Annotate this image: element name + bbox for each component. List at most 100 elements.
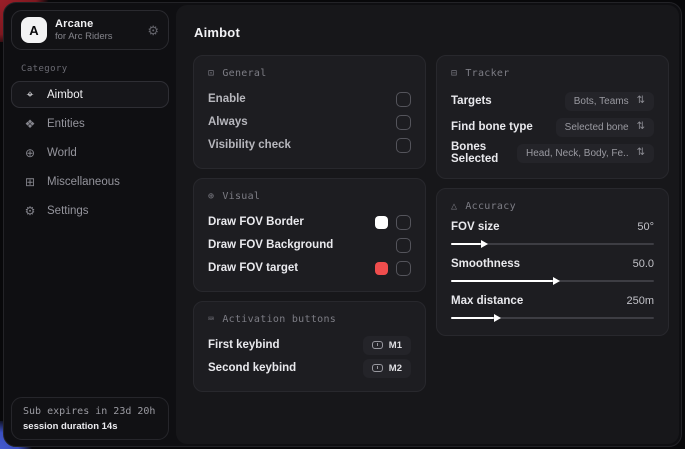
general-icon: ⊡ <box>208 68 214 79</box>
sidebar-item-aimbot[interactable]: ⌖ Aimbot <box>11 81 169 108</box>
fov-background-label: Draw FOV Background <box>208 239 333 251</box>
enable-checkbox[interactable] <box>396 92 411 107</box>
second-keybind-label: Second keybind <box>208 362 296 374</box>
tracker-card-title: Tracker <box>465 68 509 79</box>
second-keybind-row: Second keybind M2 <box>208 357 411 379</box>
smoothness-slider-fill[interactable] <box>451 280 553 282</box>
targets-value: Bots, Teams <box>574 96 629 107</box>
visual-card: ⊕ Visual Draw FOV Border Draw FOV Backgr… <box>193 178 426 292</box>
max-distance-group: Max distance 250m <box>451 295 654 319</box>
crosshair-icon: ⌖ <box>23 87 37 102</box>
max-distance-slider-fill[interactable] <box>451 317 494 319</box>
activation-card-title: Activation buttons <box>222 314 336 325</box>
fov-border-row: Draw FOV Border <box>208 211 411 233</box>
activation-card-header: ⌨ Activation buttons <box>208 314 411 325</box>
brand-text: Arcane for Arc Riders <box>55 18 113 42</box>
smoothness-value: 50.0 <box>633 258 654 270</box>
visual-icon: ⊕ <box>208 191 214 202</box>
chevron-updown-icon: ⇅ <box>637 122 645 132</box>
world-icon: ⊕ <box>23 146 37 160</box>
enable-label: Enable <box>208 93 246 105</box>
targets-label: Targets <box>451 95 492 107</box>
always-checkbox[interactable] <box>396 115 411 130</box>
cheat-menu-window: A Arcane for Arc Riders ⚙ Category ⌖ Aim… <box>3 2 682 447</box>
mouse-icon <box>372 341 383 349</box>
max-distance-label: Max distance <box>451 295 523 307</box>
smoothness-group: Smoothness 50.0 <box>451 258 654 282</box>
max-distance-value: 250m <box>626 295 654 307</box>
activation-card: ⌨ Activation buttons First keybind M1 Se… <box>193 301 426 392</box>
fov-border-checkbox[interactable] <box>396 215 411 230</box>
right-column: ⊟ Tracker Targets Bots, Teams ⇅ Find bon… <box>436 55 669 336</box>
fov-background-row: Draw FOV Background <box>208 234 411 256</box>
general-card-header: ⊡ General <box>208 68 411 79</box>
max-distance-slider[interactable] <box>451 317 654 319</box>
accuracy-card-header: △ Accuracy <box>451 201 654 212</box>
visibility-check-checkbox[interactable] <box>396 138 411 153</box>
second-keybind-value: M2 <box>389 363 402 374</box>
sidebar-item-label: Settings <box>47 205 89 217</box>
sidebar-item-label: World <box>47 147 77 159</box>
enable-row: Enable <box>208 88 411 110</box>
first-keybind-value: M1 <box>389 340 402 351</box>
card-columns: ⊡ General Enable Always Visibility check <box>193 55 669 392</box>
fov-border-color-swatch[interactable] <box>375 216 388 229</box>
always-label: Always <box>208 116 248 128</box>
visibility-check-label: Visibility check <box>208 139 291 151</box>
accuracy-card-title: Accuracy <box>465 201 516 212</box>
sidebar-nav: ⌖ Aimbot ❖ Entities ⊕ World ⊞ Miscellane… <box>4 81 176 224</box>
fov-background-checkbox[interactable] <box>396 238 411 253</box>
left-column: ⊡ General Enable Always Visibility check <box>193 55 426 392</box>
subscription-status: Sub expires in 23d 20h session duration … <box>11 397 169 440</box>
fov-target-row: Draw FOV target <box>208 257 411 279</box>
smoothness-slider[interactable] <box>451 280 654 282</box>
always-row: Always <box>208 111 411 133</box>
general-card-title: General <box>222 68 266 79</box>
misc-icon: ⊞ <box>23 175 37 189</box>
main-panel: Aimbot ⊡ General Enable Always <box>176 5 679 444</box>
sidebar: A Arcane for Arc Riders ⚙ Category ⌖ Aim… <box>4 3 176 446</box>
general-card: ⊡ General Enable Always Visibility check <box>193 55 426 169</box>
fov-size-group: FOV size 50° <box>451 221 654 245</box>
find-bone-type-value: Selected bone <box>565 122 629 133</box>
visual-card-title: Visual <box>222 191 260 202</box>
sidebar-item-miscellaneous[interactable]: ⊞ Miscellaneous <box>11 168 169 195</box>
bones-selected-select[interactable]: Head, Neck, Body, Fe.. ⇅ <box>517 144 654 163</box>
smoothness-label: Smoothness <box>451 258 520 270</box>
second-keybind-button[interactable]: M2 <box>363 359 411 378</box>
bones-selected-row: Bones Selected Head, Neck, Body, Fe.. ⇅ <box>451 140 654 166</box>
first-keybind-label: First keybind <box>208 339 280 351</box>
tracker-card-header: ⊟ Tracker <box>451 68 654 79</box>
gear-icon[interactable]: ⚙ <box>147 24 159 37</box>
visual-card-header: ⊕ Visual <box>208 191 411 202</box>
sidebar-item-world[interactable]: ⊕ World <box>11 139 169 166</box>
targets-row: Targets Bots, Teams ⇅ <box>451 88 654 114</box>
bones-selected-label: Bones Selected <box>451 141 517 165</box>
tracker-icon: ⊟ <box>451 68 457 79</box>
sidebar-item-label: Entities <box>47 118 85 130</box>
sidebar-item-entities[interactable]: ❖ Entities <box>11 110 169 137</box>
mouse-icon <box>372 364 383 372</box>
fov-size-slider[interactable] <box>451 243 654 245</box>
fov-size-slider-fill[interactable] <box>451 243 481 245</box>
sidebar-item-label: Aimbot <box>47 89 83 101</box>
page-title: Aimbot <box>194 25 669 40</box>
accuracy-icon: △ <box>451 201 457 212</box>
fov-border-label: Draw FOV Border <box>208 216 304 228</box>
bones-selected-value: Head, Neck, Body, Fe.. <box>526 148 629 159</box>
sidebar-item-settings[interactable]: ⚙ Settings <box>11 197 169 224</box>
category-label: Category <box>21 64 159 74</box>
sidebar-item-label: Miscellaneous <box>47 176 120 188</box>
fov-target-color-swatch[interactable] <box>375 262 388 275</box>
first-keybind-button[interactable]: M1 <box>363 336 411 355</box>
visibility-check-row: Visibility check <box>208 134 411 156</box>
accuracy-card: △ Accuracy FOV size 50° <box>436 188 669 336</box>
tracker-card: ⊟ Tracker Targets Bots, Teams ⇅ Find bon… <box>436 55 669 179</box>
fov-size-label: FOV size <box>451 221 500 233</box>
chevron-updown-icon: ⇅ <box>637 96 645 106</box>
targets-select[interactable]: Bots, Teams ⇅ <box>565 92 654 111</box>
fov-target-checkbox[interactable] <box>396 261 411 276</box>
find-bone-type-select[interactable]: Selected bone ⇅ <box>556 118 654 137</box>
first-keybind-row: First keybind M1 <box>208 334 411 356</box>
find-bone-type-row: Find bone type Selected bone ⇅ <box>451 114 654 140</box>
